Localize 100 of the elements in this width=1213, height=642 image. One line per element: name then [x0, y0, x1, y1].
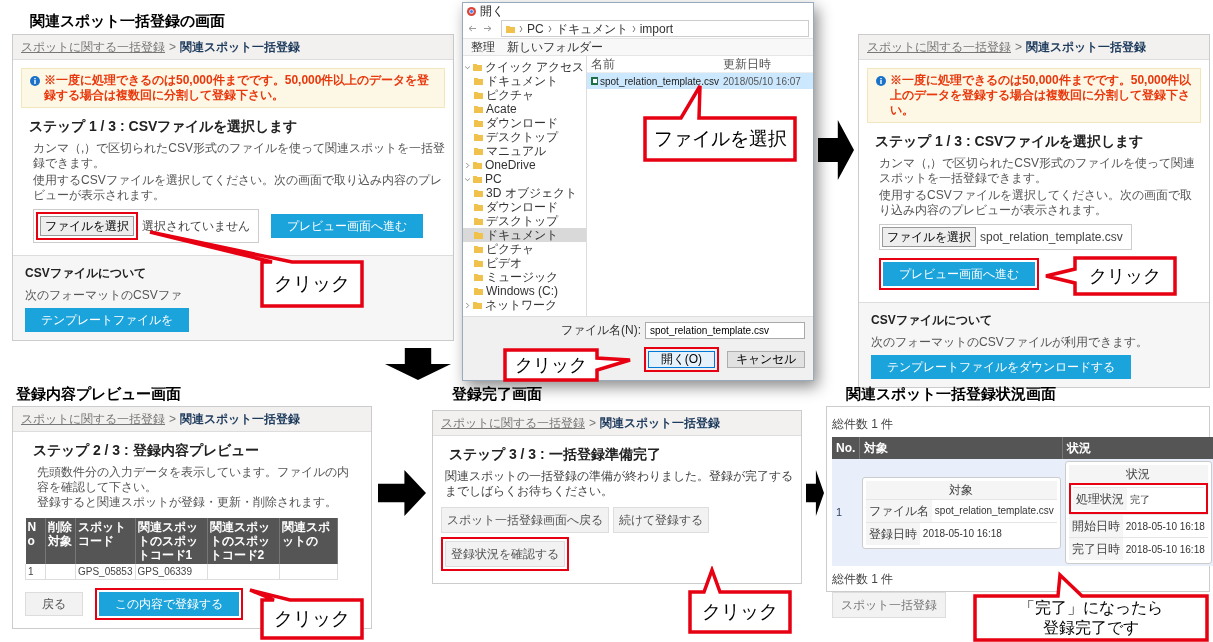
sidebar-item[interactable]: ピクチャ: [463, 242, 586, 256]
chevron-right-icon: [631, 25, 636, 32]
address-bar[interactable]: PC ドキュメント import: [501, 20, 809, 37]
description-text: 関連スポットの一括登録の準備が終わりました。登録が完了するまでしばらくお待ちください。: [445, 469, 793, 499]
section-title: 登録内容プレビュー画面: [16, 384, 181, 404]
callout-text: クリック: [1089, 264, 1161, 288]
sidebar-item[interactable]: 3D オブジェクト: [463, 186, 586, 200]
sidebar-label: マニュアル: [486, 144, 546, 158]
sidebar-item[interactable]: マニュアル: [463, 144, 586, 158]
right-arrow-icon: [818, 120, 854, 180]
table-cell: GPS_05853: [75, 564, 135, 580]
sidebar-item[interactable]: Windows (C:): [463, 284, 586, 298]
sidebar-item[interactable]: PC: [463, 172, 586, 186]
action-button[interactable]: スポット一括登録画面へ戻る: [441, 507, 609, 533]
breadcrumb-link[interactable]: スポットに関する一括登録: [867, 38, 1011, 56]
right-arrow-icon: [806, 470, 824, 516]
field-label: 完了日時: [1068, 538, 1123, 560]
breadcrumb-link[interactable]: スポットに関する一括登録: [21, 38, 165, 56]
column-header[interactable]: 名前: [591, 57, 723, 71]
breadcrumb-separator: >: [169, 411, 176, 428]
section-title: 関連スポット一括登録の画面: [30, 11, 225, 31]
column-header[interactable]: 更新日時: [723, 57, 771, 71]
file-status-text: spot_relation_template.csv: [980, 229, 1123, 246]
table-header-cell: No: [25, 518, 46, 564]
sidebar-item[interactable]: ビデオ: [463, 256, 586, 270]
sidebar-label: デスクトップ: [486, 214, 558, 228]
section-title: 関連スポット一括登録状況画面: [846, 384, 1056, 404]
chevron-right-icon[interactable]: [465, 162, 470, 168]
info-icon: [30, 76, 40, 86]
csv-section-text: 次のフォーマットのCSVファイルが利用できます。: [871, 334, 1148, 351]
breadcrumb-current: 関連スポット一括登録: [180, 39, 300, 56]
callout-text: クリック: [274, 272, 350, 296]
breadcrumb-link[interactable]: スポットに関する一括登録: [441, 414, 585, 432]
callout-text: クリック: [515, 353, 587, 377]
csv-section-heading: CSVファイルについて: [871, 312, 992, 329]
card-title: 状況: [1068, 465, 1208, 483]
field-label: 処理状況: [1072, 488, 1127, 510]
sidebar-item[interactable]: OneDrive: [463, 158, 586, 172]
folder-icon: [506, 24, 515, 33]
chevron-right-icon: [547, 25, 552, 32]
table-cell: 1: [832, 459, 860, 566]
card-title: 対象: [865, 480, 1057, 499]
sidebar-label: ダウンロード: [486, 200, 558, 214]
sidebar-item[interactable]: ダウンロード: [463, 200, 586, 214]
breadcrumb-current: 関連スポット一括登録: [600, 415, 720, 432]
sidebar-item[interactable]: デスクトップ: [463, 130, 586, 144]
path-segment[interactable]: import: [639, 21, 673, 36]
toolbar-button[interactable]: 新しいフォルダー: [507, 40, 603, 54]
back-button[interactable]: 戻る: [25, 592, 83, 616]
callout-text: クリック: [702, 600, 778, 624]
choose-file-button[interactable]: ファイルを選択: [882, 227, 976, 247]
sidebar-item[interactable]: ドキュメント: [463, 74, 586, 88]
down-arrow-icon: [385, 348, 451, 380]
back-button[interactable]: スポット一括登録: [832, 592, 946, 618]
description-text: 登録すると関連スポットが登録・更新・削除されます。: [37, 495, 337, 510]
sidebar-item[interactable]: ネットワーク: [463, 298, 586, 312]
action-button[interactable]: 続けて登録する: [613, 507, 709, 533]
sidebar-item[interactable]: Acate: [463, 102, 586, 116]
step-heading: ステップ 3 / 3 : 一括登録準備完了: [449, 445, 661, 464]
breadcrumb-link[interactable]: スポットに関する一括登録: [21, 410, 165, 428]
section-title: 登録完了画面: [452, 384, 542, 404]
field-value: 2018-05-10 16:18: [1124, 519, 1206, 534]
field-label: 開始日時: [1068, 515, 1123, 537]
file-input[interactable]: ファイルを選択 選択されていません: [33, 209, 259, 243]
sidebar-item[interactable]: ドキュメント: [463, 228, 586, 242]
step-heading: ステップ 2 / 3 : 登録内容プレビュー: [33, 441, 259, 460]
sidebar-item[interactable]: デスクトップ: [463, 214, 586, 228]
chevron-down-icon[interactable]: [465, 176, 470, 182]
chevron-down-icon[interactable]: [465, 64, 470, 70]
sidebar-label: デスクトップ: [486, 130, 558, 144]
file-row[interactable]: spot_relation_template.csv 2018/05/10 16:07: [587, 73, 813, 89]
sidebar-label: ピクチャ: [486, 88, 534, 102]
choose-file-button[interactable]: ファイルを選択: [40, 216, 134, 236]
sidebar-label: クイック アクセス: [485, 60, 585, 74]
sidebar-label: ピクチャ: [486, 242, 534, 256]
step-heading: ステップ 1 / 3 : CSVファイルを選択します: [29, 117, 298, 136]
table-header-cell: 関連スポットのスポットコード2: [207, 518, 279, 564]
file-name-field[interactable]: spot_relation_template.csv: [645, 321, 805, 339]
dialog-title: 開く: [480, 4, 504, 18]
info-icon: [876, 76, 886, 86]
callout-text: ファイルを選択: [653, 127, 787, 151]
right-arrow-icon: [378, 470, 426, 516]
sidebar-item[interactable]: ダウンロード: [463, 116, 586, 130]
action-button[interactable]: 登録状況を確認する: [445, 541, 565, 567]
file-date: 2018/05/10 16:07: [723, 74, 801, 89]
open-button[interactable]: 開く(O): [647, 351, 715, 368]
sidebar-item[interactable]: ミュージック: [463, 270, 586, 284]
chevron-right-icon: [519, 25, 523, 32]
sidebar-item[interactable]: クイック アクセス: [463, 60, 586, 74]
chevron-right-icon[interactable]: [465, 302, 470, 308]
callout-text: クリック: [274, 607, 350, 631]
sidebar-item[interactable]: ピクチャ: [463, 88, 586, 102]
cancel-button[interactable]: キャンセル: [727, 351, 805, 368]
csv-section-text: 次のフォーマットのCSVファ: [25, 287, 182, 304]
toolbar-button[interactable]: 整理: [471, 40, 495, 54]
path-segment[interactable]: ドキュメント: [555, 21, 628, 36]
breadcrumb-current: 関連スポット一括登録: [1026, 39, 1146, 56]
path-segment[interactable]: PC: [527, 21, 544, 36]
sidebar-label: ビデオ: [486, 256, 522, 270]
file-input[interactable]: ファイルを選択 spot_relation_template.csv: [879, 224, 1132, 250]
